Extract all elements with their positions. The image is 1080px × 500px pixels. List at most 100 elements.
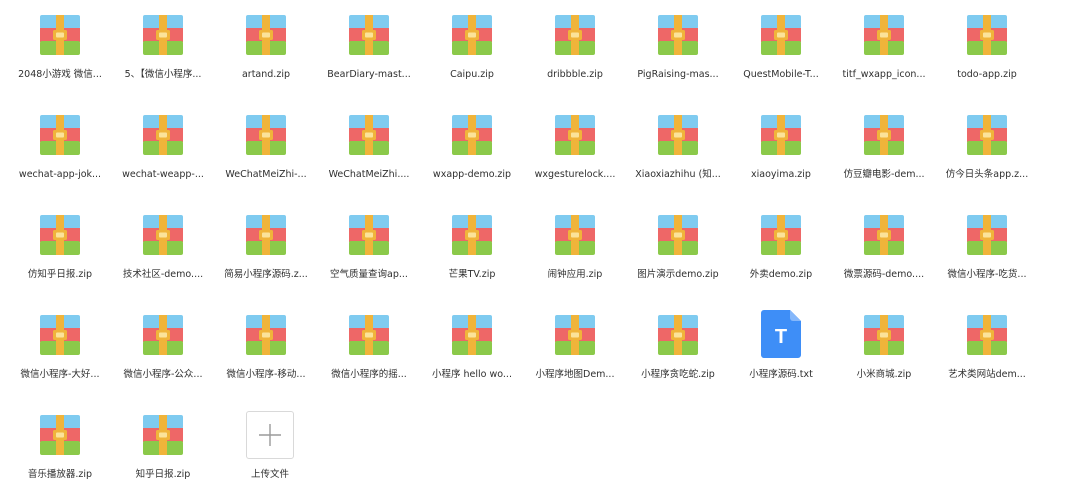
file-name-label: dribbble.zip <box>547 69 603 80</box>
file-item[interactable]: 外卖demo.zip <box>731 202 831 292</box>
zip-archive-icon <box>555 115 595 155</box>
file-item[interactable]: 闹钟应用.zip <box>525 202 625 292</box>
file-item[interactable]: 微信小程序-大好... <box>10 302 110 392</box>
file-item[interactable]: 简易小程序源码.z... <box>216 202 316 292</box>
file-item[interactable]: PigRaising-mas... <box>628 2 728 92</box>
file-item[interactable]: artand.zip <box>216 2 316 92</box>
file-name-label: WeChatMeiZhi.... <box>328 169 410 180</box>
txt-file-icon: T <box>761 310 801 358</box>
file-item[interactable]: 芒果TV.zip <box>422 202 522 292</box>
zip-archive-icon <box>555 215 595 255</box>
file-item[interactable]: 微信小程序-公众... <box>113 302 213 392</box>
file-item[interactable]: 2048小游戏 微信... <box>10 2 110 92</box>
file-name-label: 外卖demo.zip <box>749 269 813 280</box>
zip-archive-icon <box>761 115 801 155</box>
file-item[interactable]: todo-app.zip <box>937 2 1037 92</box>
zip-archive-icon <box>967 215 1007 255</box>
zip-archive-icon <box>40 15 80 55</box>
file-item[interactable]: BearDiary-mast... <box>319 2 419 92</box>
zip-archive-icon <box>143 315 183 355</box>
file-name-label: todo-app.zip <box>957 69 1017 80</box>
zip-archive-icon <box>40 415 80 455</box>
file-name-label: artand.zip <box>241 69 290 80</box>
zip-archive-icon <box>555 315 595 355</box>
file-name-label: 微信小程序-吃货... <box>947 269 1027 280</box>
file-name-label: 空气质量查询ap... <box>330 269 408 280</box>
file-item[interactable]: 微信小程序-吃货... <box>937 202 1037 292</box>
file-name-label: PigRaising-mas... <box>637 69 719 80</box>
file-item[interactable]: wechat-app-jok... <box>10 102 110 192</box>
zip-archive-icon <box>761 215 801 255</box>
file-item[interactable]: wechat-weapp-... <box>113 102 213 192</box>
upload-box[interactable] <box>246 411 294 459</box>
zip-archive-icon <box>40 115 80 155</box>
file-item[interactable]: T 小程序源码.txt <box>731 302 831 392</box>
zip-archive-icon <box>40 315 80 355</box>
zip-archive-icon <box>143 215 183 255</box>
file-item[interactable]: WeChatMeiZhi.... <box>319 102 419 192</box>
file-item[interactable]: 仿知乎日报.zip <box>10 202 110 292</box>
zip-archive-icon <box>246 15 286 55</box>
zip-archive-icon <box>246 115 286 155</box>
zip-archive-icon <box>967 115 1007 155</box>
file-item[interactable]: 小程序 hello wo... <box>422 302 522 392</box>
file-item[interactable]: 仿豆瓣电影-dem... <box>834 102 934 192</box>
file-item[interactable]: 知乎日报.zip <box>113 402 213 492</box>
zip-archive-icon <box>143 15 183 55</box>
zip-archive-icon <box>864 15 904 55</box>
file-item[interactable]: titf_wxapp_icon... <box>834 2 934 92</box>
zip-archive-icon <box>143 415 183 455</box>
zip-archive-icon <box>349 15 389 55</box>
file-item[interactable]: 空气质量查询ap... <box>319 202 419 292</box>
file-item[interactable]: 小程序地图Dem... <box>525 302 625 392</box>
file-item[interactable]: 小程序贪吃蛇.zip <box>628 302 728 392</box>
file-name-label: wxapp-demo.zip <box>432 169 512 180</box>
zip-archive-icon <box>452 15 492 55</box>
file-item[interactable]: 仿今日头条app.z... <box>937 102 1037 192</box>
file-name-label: 简易小程序源码.z... <box>224 269 308 280</box>
file-name-label: WeChatMeiZhi-... <box>225 169 307 180</box>
file-item[interactable]: 图片演示demo.zip <box>628 202 728 292</box>
file-item[interactable]: 音乐播放器.zip <box>10 402 110 492</box>
file-item[interactable]: dribbble.zip <box>525 2 625 92</box>
zip-archive-icon <box>658 215 698 255</box>
file-item[interactable]: WeChatMeiZhi-... <box>216 102 316 192</box>
file-item[interactable]: 小米商城.zip <box>834 302 934 392</box>
file-name-label: 图片演示demo.zip <box>637 269 719 280</box>
file-item[interactable]: 技术社区-demo.... <box>113 202 213 292</box>
txt-file-icon-letter: T <box>775 326 787 348</box>
file-name-label: 5、【微信小程序... <box>124 69 202 80</box>
zip-archive-icon <box>555 15 595 55</box>
file-item[interactable]: Caipu.zip <box>422 2 522 92</box>
zip-archive-icon <box>349 115 389 155</box>
file-grid: 2048小游戏 微信... 5、【微信小程序... artand.zip BearDi… <box>0 0 1080 500</box>
file-item[interactable]: 微票源码-demo.... <box>834 202 934 292</box>
zip-archive-icon <box>143 115 183 155</box>
zip-archive-icon <box>452 215 492 255</box>
file-item[interactable]: QuestMobile-T... <box>731 2 831 92</box>
file-item[interactable]: wxapp-demo.zip <box>422 102 522 192</box>
file-item[interactable]: 微信小程序的摇... <box>319 302 419 392</box>
file-name-label: 仿今日头条app.z... <box>945 169 1029 180</box>
zip-archive-icon <box>864 315 904 355</box>
file-item[interactable]: 5、【微信小程序... <box>113 2 213 92</box>
upload-file-button[interactable]: 上传文件 <box>220 402 320 492</box>
file-name-label: 微信小程序-公众... <box>123 369 203 380</box>
file-name-label: 仿豆瓣电影-dem... <box>843 169 925 180</box>
file-item[interactable]: 微信小程序-移动... <box>216 302 316 392</box>
file-item[interactable]: 艺术类网站dem... <box>937 302 1037 392</box>
file-item[interactable]: xiaoyima.zip <box>731 102 831 192</box>
zip-archive-icon <box>246 315 286 355</box>
file-name-label: wechat-app-jok... <box>18 169 102 180</box>
file-name-label: 微信小程序的摇... <box>331 369 407 380</box>
file-name-label: 微票源码-demo.... <box>843 269 925 280</box>
file-name-label: wechat-weapp-... <box>122 169 204 180</box>
zip-archive-icon <box>246 215 286 255</box>
file-name-label: Xiaoxiazhihu (知... <box>635 169 721 180</box>
file-name-label: 音乐播放器.zip <box>27 469 93 480</box>
file-name-label: titf_wxapp_icon... <box>842 69 926 80</box>
file-item[interactable]: wxgesturelock.... <box>525 102 625 192</box>
file-name-label: 微信小程序-移动... <box>226 369 306 380</box>
file-item[interactable]: Xiaoxiazhihu (知... <box>628 102 728 192</box>
zip-archive-icon <box>658 15 698 55</box>
